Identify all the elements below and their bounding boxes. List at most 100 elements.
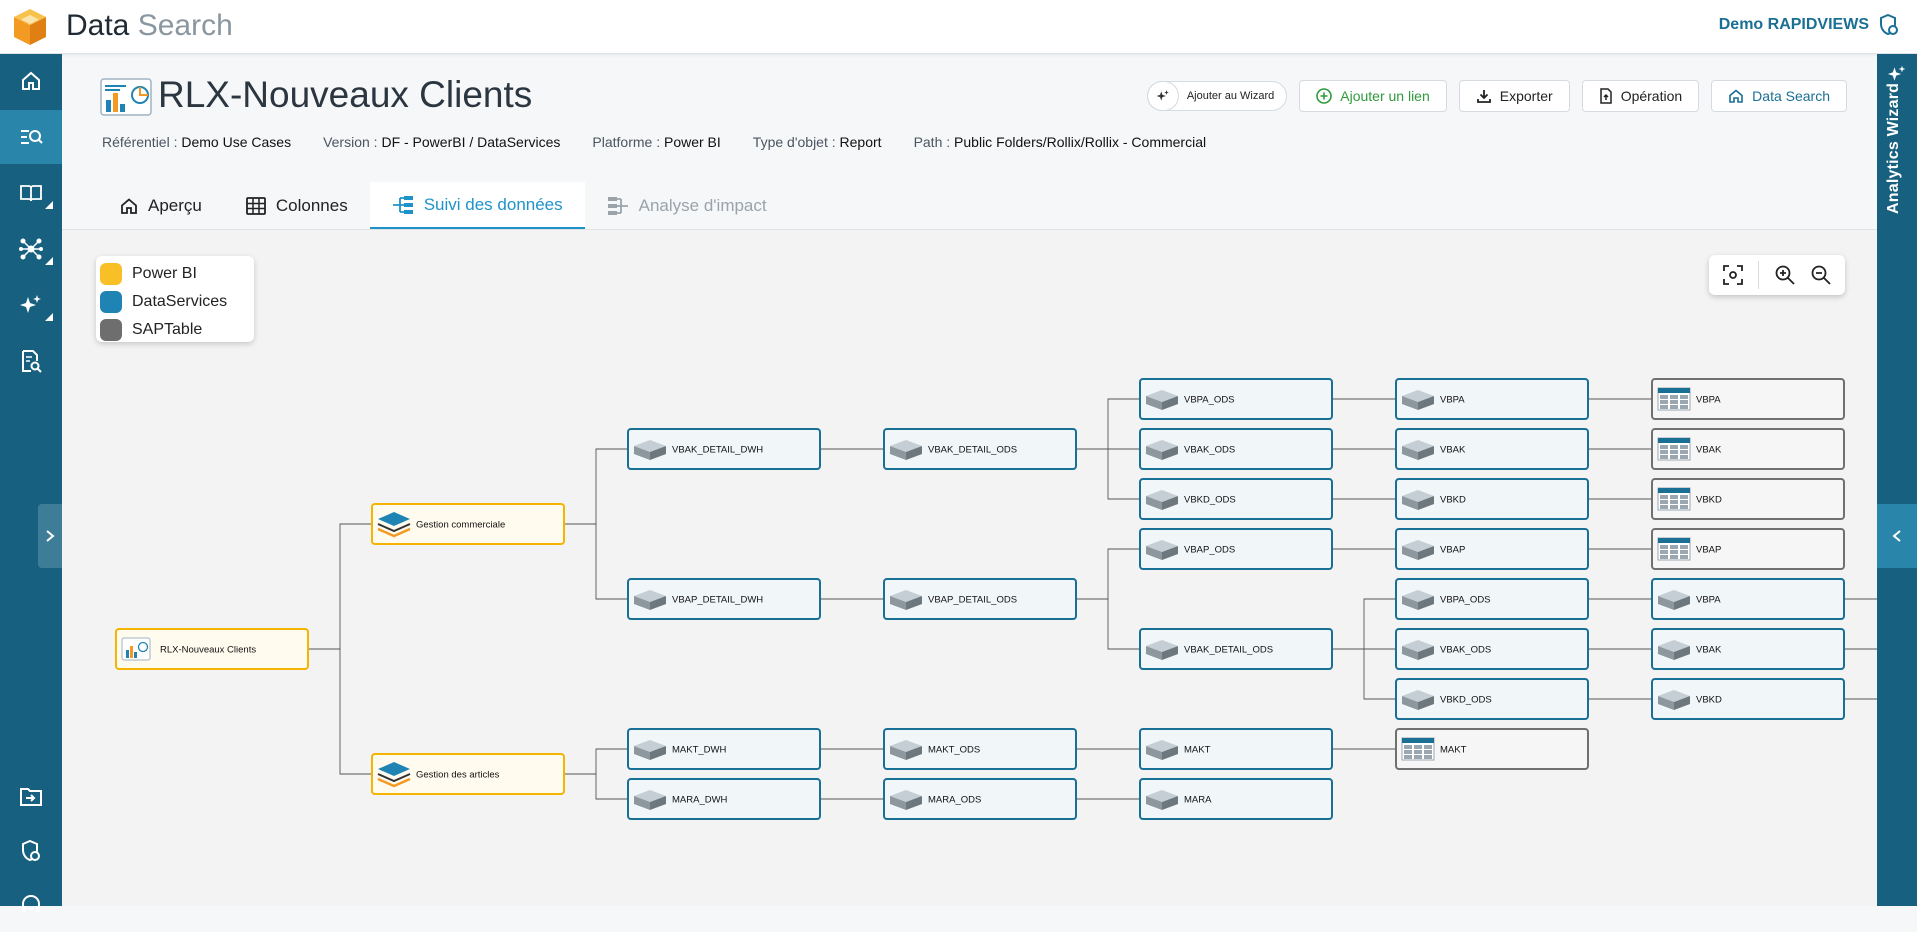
lineage-node-label: VBAP <box>1440 545 1465 556</box>
lineage-node-label: VBAP_ODS <box>1184 545 1235 556</box>
lineage-node-label: Gestion des articles <box>416 770 500 781</box>
divider <box>1758 261 1760 289</box>
legend-swatch <box>100 291 122 313</box>
lineage-node-label: MARA_DWH <box>672 795 728 806</box>
lineage-graph[interactable]: RLX-Nouveaux Clients Gestion commerciale G… <box>0 0 1877 906</box>
legend-label: DataServices <box>132 293 228 310</box>
lineage-node[interactable]: VBPA <box>1651 378 1845 420</box>
lineage-edge <box>308 523 372 650</box>
lineage-node[interactable]: VBPA <box>1395 378 1589 420</box>
lineage-node[interactable]: Gestion des articles <box>371 753 565 795</box>
lineage-node[interactable]: VBPA <box>1651 578 1845 620</box>
zoom-in-icon[interactable] <box>1774 264 1796 286</box>
lineage-node-label: VBPA <box>1696 595 1721 606</box>
lineage-node[interactable]: VBKD <box>1651 478 1845 520</box>
lineage-node[interactable]: MAKT_ODS <box>883 728 1077 770</box>
lineage-node-label: VBAK <box>1696 645 1722 656</box>
lineage-node-label: MARA <box>1184 795 1212 806</box>
lineage-node[interactable]: MAKT <box>1139 728 1333 770</box>
legend-label: SAPTable <box>132 321 203 338</box>
lineage-node[interactable]: VBPA_ODS <box>1139 378 1333 420</box>
shield-gear-icon <box>1880 14 1898 36</box>
lineage-edge <box>1076 398 1140 450</box>
lineage-node[interactable]: Gestion commerciale <box>371 503 565 545</box>
lineage-node-label: VBAK_ODS <box>1440 645 1491 656</box>
lineage-edge <box>564 773 628 800</box>
lineage-edge <box>1332 648 1396 700</box>
legend-label: Power BI <box>132 265 197 282</box>
lineage-node-label: MAKT <box>1440 745 1467 756</box>
lineage-node-label: VBAP <box>1696 545 1721 556</box>
lineage-edge <box>564 748 628 775</box>
lineage-node-label: VBAP_DETAIL_ODS <box>928 595 1017 606</box>
lineage-node-label: MAKT_DWH <box>672 745 727 756</box>
lineage-node[interactable]: VBKD <box>1651 678 1845 720</box>
lineage-node-label: VBPA <box>1440 395 1465 406</box>
lineage-edge <box>1076 598 1140 650</box>
lineage-node-label: RLX-Nouveaux Clients <box>160 645 256 656</box>
lineage-node[interactable]: VBAK <box>1395 428 1589 470</box>
lineage-edge <box>564 523 628 600</box>
lineage-edge <box>1332 598 1396 650</box>
lineage-node[interactable]: VBAP <box>1395 528 1589 570</box>
lineage-node[interactable]: MARA_DWH <box>627 778 821 820</box>
lineage-node[interactable]: VBAK_DETAIL_ODS <box>883 428 1077 470</box>
lineage-node-label: VBKD_ODS <box>1440 695 1492 706</box>
table-icon <box>1657 437 1691 461</box>
lineage-node-label: VBKD <box>1696 695 1722 706</box>
lineage-node[interactable]: VBAK_DETAIL_ODS <box>1139 628 1333 670</box>
lineage-node[interactable]: VBAK <box>1651 628 1845 670</box>
lineage-node-label: VBAP_DETAIL_DWH <box>672 595 763 606</box>
lineage-node-label: VBAK_DETAIL_DWH <box>672 445 763 456</box>
lineage-edge <box>564 448 628 525</box>
lineage-node[interactable]: VBAP <box>1651 528 1845 570</box>
lineage-node[interactable]: VBAP_ODS <box>1139 528 1333 570</box>
legend-swatch <box>100 319 122 341</box>
chevron-left-icon <box>1892 530 1901 542</box>
lineage-node[interactable]: MAKT_DWH <box>627 728 821 770</box>
sparkle-icon <box>1887 65 1906 81</box>
lineage-node[interactable]: RLX-Nouveaux Clients <box>115 628 309 670</box>
lineage-node-label: VBPA_ODS <box>1184 395 1235 406</box>
lineage-node[interactable]: VBKD_ODS <box>1139 478 1333 520</box>
lineage-node[interactable]: MARA_ODS <box>883 778 1077 820</box>
lineage-node[interactable]: VBAK_ODS <box>1395 628 1589 670</box>
fit-screen-icon[interactable] <box>1722 264 1744 286</box>
legend-item: SAPTable <box>100 316 254 344</box>
zoom-controls <box>1709 255 1845 295</box>
lineage-node[interactable]: VBAK_ODS <box>1139 428 1333 470</box>
legend: Power BI DataServices SAPTable <box>96 256 254 342</box>
lineage-node-label: MAKT_ODS <box>928 745 980 756</box>
lineage-node[interactable]: VBAP_DETAIL_ODS <box>883 578 1077 620</box>
lineage-node-label: VBAK <box>1696 445 1722 456</box>
lineage-node[interactable]: VBAK_DETAIL_DWH <box>627 428 821 470</box>
lineage-node-label: MAKT <box>1184 745 1211 756</box>
lineage-edge <box>1076 548 1140 600</box>
lineage-node[interactable]: VBAK <box>1651 428 1845 470</box>
zoom-out-icon[interactable] <box>1810 264 1832 286</box>
lineage-edge <box>1076 448 1140 500</box>
analytics-wizard-label: Analytics Wizard <box>1885 82 1902 214</box>
legend-item: DataServices <box>100 288 254 316</box>
lineage-node-label: Gestion commerciale <box>416 520 505 531</box>
lineage-node[interactable]: VBKD <box>1395 478 1589 520</box>
wizard-expand-button[interactable] <box>1877 504 1917 568</box>
lineage-node[interactable]: VBKD_ODS <box>1395 678 1589 720</box>
legend-item: Power BI <box>100 260 254 288</box>
lineage-node[interactable]: VBAP_DETAIL_DWH <box>627 578 821 620</box>
lineage-node-label: VBKD <box>1440 495 1466 506</box>
lineage-node[interactable]: MAKT <box>1395 728 1589 770</box>
lineage-node-label: VBPA <box>1696 395 1721 406</box>
lineage-node[interactable]: MARA <box>1139 778 1333 820</box>
lineage-node-label: VBAK_DETAIL_ODS <box>928 445 1017 456</box>
lineage-node-label: MARA_ODS <box>928 795 981 806</box>
lineage-node[interactable]: VBPA_ODS <box>1395 578 1589 620</box>
analytics-wizard-panel[interactable]: Analytics Wizard <box>1877 54 1917 906</box>
lineage-node-label: VBKD <box>1696 495 1722 506</box>
table-icon <box>1401 737 1435 761</box>
lineage-edge <box>308 648 372 775</box>
lineage-node-label: VBKD_ODS <box>1184 495 1236 506</box>
lineage-node-label: VBAK_ODS <box>1184 445 1235 456</box>
legend-swatch <box>100 263 122 285</box>
table-icon <box>1657 537 1691 561</box>
